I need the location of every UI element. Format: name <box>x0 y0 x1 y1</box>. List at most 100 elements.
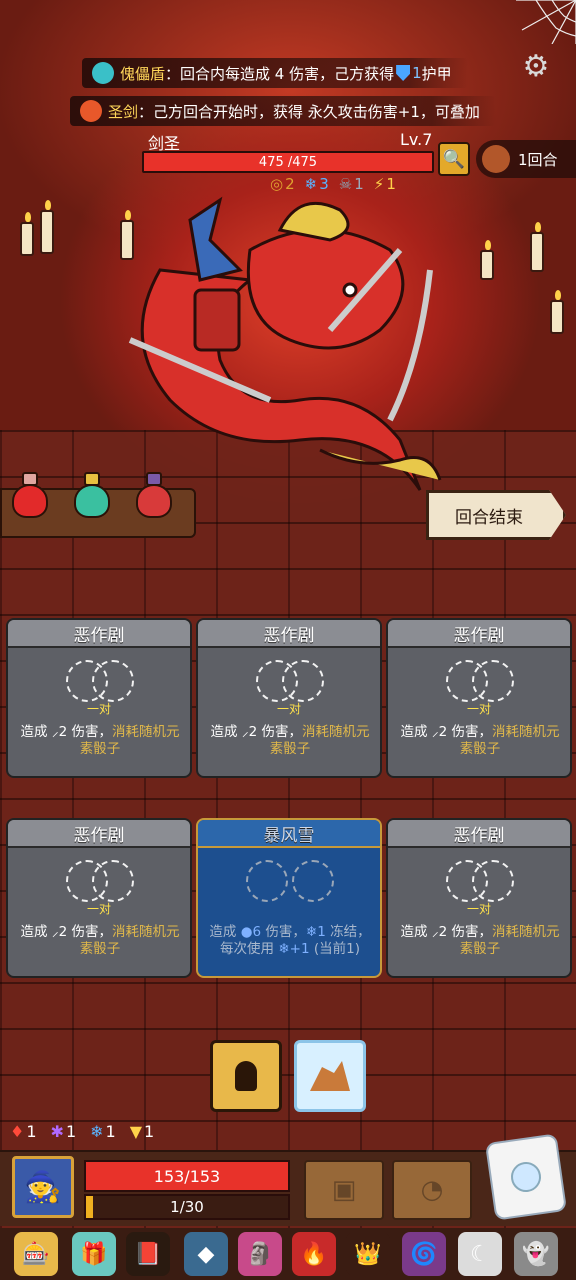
dice-slot[interactable] <box>472 660 514 702</box>
dice-slots: 一对 <box>8 656 190 716</box>
desc-damage: 2 伤害， <box>438 724 492 740</box>
inspect-button[interactable]: 🔍 <box>438 142 470 176</box>
boss-hp-bar: 475 /475 <box>142 151 434 173</box>
skill-card[interactable]: 恶作剧 一对 造成 ⸝2 伤害，消耗随机元素骰子 <box>386 618 572 778</box>
hourglass-icon <box>482 145 510 173</box>
dice-slots <box>198 856 380 914</box>
card-description: 造成 ⸝2 伤害，消耗随机元素骰子 <box>8 714 190 758</box>
card-title: 暴风雪 <box>198 820 380 848</box>
magnifier-icon: 🔍 <box>442 148 466 170</box>
crown-icon[interactable]: 👑 <box>346 1232 390 1276</box>
buff-name: 傀儡盾 <box>120 64 166 83</box>
dice-count-arcane: ✱ 1 <box>51 1122 77 1141</box>
red-potion[interactable] <box>10 470 50 520</box>
player-xp-bar: 1/30 <box>84 1194 290 1220</box>
desc-text: 造成 <box>210 724 242 740</box>
purple-potion[interactable] <box>134 470 174 520</box>
round-label: 1回合 <box>518 150 558 169</box>
whistle-icon: ◔ <box>420 1175 444 1205</box>
sword-icon: ⸝ <box>431 724 439 740</box>
cube-icon: ▣ <box>331 1175 357 1205</box>
buff-holy-sword[interactable]: 圣剑 ：己方回合开始时，获得 永久攻击伤害+1，可叠加 <box>70 96 496 126</box>
desc-text: 造成 <box>20 924 52 940</box>
end-turn-button[interactable]: 回合结束 <box>426 490 566 540</box>
buff-tail-text: 护甲 <box>421 64 452 83</box>
spellbook-icon[interactable]: 📕 <box>126 1232 170 1276</box>
arcane-dice-icon: ✱ <box>50 1122 64 1141</box>
ghost-icon[interactable]: 👻 <box>514 1232 558 1276</box>
settings-button[interactable]: ⚙ <box>518 48 554 84</box>
sword-icon: ⸝ <box>431 924 439 940</box>
dice-slot[interactable] <box>92 860 134 902</box>
red-potion-icon <box>136 484 172 518</box>
buff-text: ：己方回合开始时，获得 永久攻击伤害+1，可叠加 <box>138 102 480 121</box>
desc-highlight: 6 <box>252 924 262 940</box>
water-dice-slot[interactable] <box>246 860 288 902</box>
player-avatar[interactable]: 🧙 <box>12 1156 74 1218</box>
dice-counts: ♦ 1 ✱ 1 ❄ 1 ▼ 1 <box>10 1122 154 1141</box>
desc-text: 冻结 <box>325 924 358 940</box>
slot-machine-icon[interactable]: 🎰 <box>14 1232 58 1276</box>
water-dice-slot[interactable] <box>292 860 334 902</box>
slot-requirement: 一对 <box>276 702 301 716</box>
skill-card[interactable]: 恶作剧 一对 造成 ⸝2 伤害，消耗随机元素骰子 <box>196 618 382 778</box>
dice-count-value: 1 <box>26 1122 37 1141</box>
dice-slot[interactable] <box>92 660 134 702</box>
buff-puppet-shield[interactable]: 傀儡盾 ：回合内每造成 4 伤害，己方获得 1 护甲 <box>82 58 468 88</box>
totem-icon[interactable]: 🗿 <box>238 1232 282 1276</box>
desc-text: 造成 <box>400 924 432 940</box>
keyhole-icon <box>235 1061 257 1091</box>
dice-count-value: 1 <box>105 1122 116 1141</box>
desc-text: (当前1) <box>309 941 360 957</box>
desc-damage: 2 伤害， <box>438 924 492 940</box>
dice-count-fire: ♦ 1 <box>10 1122 37 1141</box>
moon-icon[interactable]: ☾ <box>458 1232 502 1276</box>
desc-damage: 2 伤害， <box>58 924 112 940</box>
card-description: 造成 ⸝2 伤害，消耗随机元素骰子 <box>388 914 570 958</box>
card-description: 造成 ⸝2 伤害，消耗随机元素骰子 <box>388 714 570 758</box>
round-counter: 1回合 <box>476 140 576 178</box>
empty-item-slot[interactable]: ◔ <box>392 1160 472 1220</box>
card-title: 恶作剧 <box>8 620 190 648</box>
candle <box>530 222 544 272</box>
candle <box>480 240 494 280</box>
red-potion-icon <box>12 484 48 518</box>
card-title: 恶作剧 <box>388 620 570 648</box>
dice-slot[interactable] <box>282 660 324 702</box>
dice-count-value: 1 <box>144 1122 155 1141</box>
flame-icon[interactable]: 🔥 <box>292 1232 336 1276</box>
skill-card[interactable]: 恶作剧 一对 造成 ⸝2 伤害，消耗随机元素骰子 <box>6 818 192 978</box>
end-turn-label: 回合结束 <box>455 507 523 528</box>
locked-chest-button[interactable] <box>210 1040 282 1112</box>
stone-icon[interactable]: ◆ <box>184 1232 228 1276</box>
frozen-item-button[interactable] <box>294 1040 366 1112</box>
dice-count-value: 1 <box>65 1122 77 1141</box>
vortex-icon[interactable]: 🌀 <box>402 1232 446 1276</box>
skill-card[interactable]: 恶作剧 一对 造成 ⸝2 伤害，消耗随机元素骰子 <box>386 818 572 978</box>
slot-requirement: 一对 <box>86 702 111 716</box>
ice-dice-icon: ❄ <box>90 1122 104 1141</box>
holy-sword-icon <box>80 100 102 122</box>
boss-level: Lv.7 <box>400 130 433 149</box>
empty-item-slot[interactable]: ▣ <box>304 1160 384 1220</box>
green-potion[interactable] <box>72 470 112 520</box>
dice-slot[interactable] <box>472 860 514 902</box>
skill-card[interactable]: 恶作剧 一对 造成 ⸝2 伤害，消耗随机元素骰子 <box>6 618 192 778</box>
armor-icon <box>396 65 411 81</box>
xp-fill <box>86 1196 93 1218</box>
card-description: 造成 ⸝2 伤害，消耗随机元素骰子 <box>8 914 190 958</box>
sword-icon: ⸝ <box>241 724 249 740</box>
gift-box-icon[interactable]: 🎁 <box>72 1232 116 1276</box>
desc-damage: 2 伤害， <box>58 724 112 740</box>
card-title: 恶作剧 <box>8 820 190 848</box>
skill-card-blizzard[interactable]: 暴风雪 造成 ●6 伤害，❄1 冻结，每次使用 ❄+1 (当前1) <box>196 818 382 978</box>
desc-text: 造成 <box>20 724 52 740</box>
boss-hp-text: 475 /475 <box>258 154 318 170</box>
candle <box>550 290 564 334</box>
slot-requirement: 一对 <box>466 702 491 716</box>
dice-slots: 一对 <box>388 656 570 716</box>
dice-roll-button[interactable] <box>484 1133 568 1221</box>
fire-dice-icon: ♦ <box>10 1122 25 1141</box>
puppet-shield-icon <box>92 62 114 84</box>
buff-name: 圣剑 <box>108 102 139 121</box>
